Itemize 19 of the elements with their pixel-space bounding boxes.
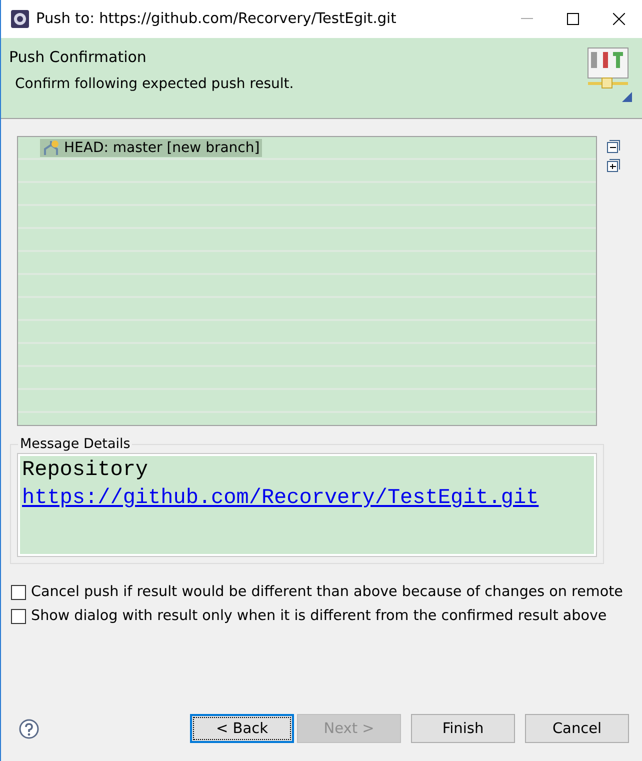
repository-link[interactable]: https://github.com/Recorvery/TestEgit.git — [22, 487, 539, 510]
help-icon[interactable] — [19, 718, 39, 738]
checkbox[interactable] — [11, 584, 26, 600]
tree-item[interactable]: HEAD: master [new branch] — [40, 139, 262, 157]
checkbox[interactable] — [11, 608, 26, 624]
app-icon — [11, 10, 29, 28]
window-title: Push to: https://github.com/Recorvery/TestEgit.git — [36, 11, 398, 27]
wizard-button[interactable]: < Back — [190, 714, 294, 743]
page-title: Push Confirmation — [9, 48, 148, 66]
group-label: Message Details — [19, 436, 132, 452]
branch-icon — [42, 140, 60, 156]
checkbox-label: Show dialog with result only when it is different from the confirmed result above — [31, 608, 607, 624]
page-description: Confirm following expected push result. — [14, 76, 295, 92]
collapse-all-icon[interactable] — [607, 140, 620, 153]
wizard-button[interactable]: Finish — [411, 714, 515, 743]
checkbox-label: Cancel push if result would be different than above because of changes on remote — [31, 584, 623, 600]
wizard-button[interactable]: Cancel — [525, 714, 629, 743]
repository-heading: Repository — [22, 458, 150, 484]
expand-all-icon[interactable] — [607, 159, 620, 172]
